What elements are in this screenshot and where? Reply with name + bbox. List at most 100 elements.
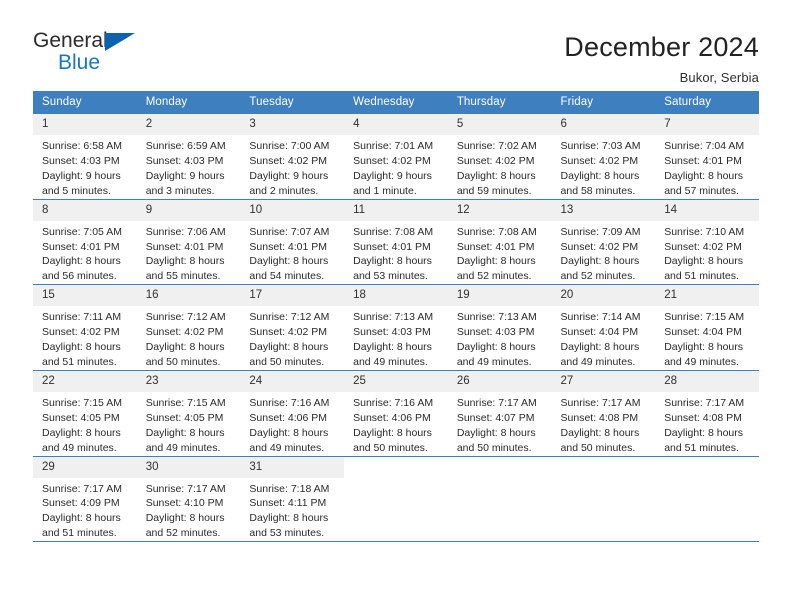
- calendar-day-cell[interactable]: 8 Sunrise: 7:05 AM Sunset: 4:01 PM Daylight…: [33, 198, 137, 285]
- day-number: 2: [136, 114, 241, 135]
- daylight-text-line2: and 49 minutes.: [249, 441, 325, 454]
- day-number: [344, 456, 448, 478]
- calendar-day-cell[interactable]: 19 Sunrise: 7:13 AM Sunset: 4:03 PM Dayligh…: [447, 284, 552, 371]
- brand-triangle-icon: [105, 33, 135, 51]
- daylight-text-line1: Daylight: 8 hours: [456, 255, 536, 268]
- brand-logo[interactable]: General Blue: [33, 30, 143, 76]
- calendar-day-cell[interactable]: 12 Sunrise: 7:08 AM Sunset: 4:01 PM Dayligh…: [447, 198, 552, 285]
- daylight-text-line1: Daylight: 8 hours: [664, 426, 744, 439]
- calendar-day-cell[interactable]: 15 Sunrise: 7:11 AM Sunset: 4:02 PM Dayligh…: [33, 284, 137, 371]
- calendar-day-cell[interactable]: 3 Sunrise: 7:00 AM Sunset: 4:02 PM Daylight…: [240, 113, 345, 200]
- day-details: Sunrise: 7:15 AM Sunset: 4:05 PM Daylight:…: [137, 392, 241, 456]
- day-details: Sunrise: 7:17 AM Sunset: 4:08 PM Daylight:…: [552, 392, 656, 456]
- daylight-text-line1: Daylight: 8 hours: [145, 255, 225, 268]
- weekday-header-friday: Friday: [551, 91, 656, 114]
- sunrise-text: Sunrise: 7:12 AM: [249, 311, 330, 324]
- day-number: 5: [447, 114, 552, 135]
- calendar-day-cell[interactable]: 20 Sunrise: 7:14 AM Sunset: 4:04 PM Dayligh…: [551, 284, 656, 371]
- calendar-day-cell[interactable]: 10 Sunrise: 7:07 AM Sunset: 4:01 PM Dayligh…: [240, 198, 345, 285]
- calendar-day-cell[interactable]: 23 Sunrise: 7:15 AM Sunset: 4:05 PM Dayligh…: [136, 369, 241, 456]
- calendar-day-cell[interactable]: 25 Sunrise: 7:16 AM Sunset: 4:06 PM Dayligh…: [344, 369, 448, 456]
- day-details: Sunrise: 7:01 AM Sunset: 4:02 PM Daylight:…: [344, 135, 448, 199]
- daylight-text-line2: and 53 minutes.: [353, 270, 428, 283]
- sunrise-text: Sunrise: 7:14 AM: [560, 311, 641, 324]
- title-block: December 2024 Bukor, Serbia: [564, 30, 759, 85]
- calendar-day-cell[interactable]: 31 Sunrise: 7:18 AM Sunset: 4:11 PM Dayligh…: [240, 455, 345, 542]
- calendar-week-row: 1 Sunrise: 6:58 AM Sunset: 4:03 PM Daylight…: [33, 113, 759, 200]
- calendar-day-cell-empty: [447, 455, 552, 542]
- day-details: Sunrise: 7:11 AM Sunset: 4:02 PM Daylight:…: [33, 306, 137, 370]
- calendar-day-cell[interactable]: 30 Sunrise: 7:17 AM Sunset: 4:10 PM Dayligh…: [136, 455, 241, 542]
- sunrise-text: Sunrise: 7:07 AM: [249, 225, 330, 238]
- sunrise-text: Sunrise: 7:13 AM: [353, 311, 434, 324]
- calendar-day-cell[interactable]: 14 Sunrise: 7:10 AM Sunset: 4:02 PM Dayligh…: [655, 198, 759, 285]
- day-number: 14: [655, 199, 759, 221]
- sunset-text: Sunset: 4:03 PM: [456, 326, 535, 339]
- day-details: Sunrise: 7:17 AM Sunset: 4:08 PM Daylight:…: [655, 392, 759, 456]
- daylight-text-line2: and 51 minutes.: [664, 270, 739, 283]
- daylight-text-line1: Daylight: 8 hours: [42, 255, 121, 268]
- daylight-text-line1: Daylight: 8 hours: [353, 426, 432, 439]
- calendar-week-row: 8 Sunrise: 7:05 AM Sunset: 4:01 PM Daylight…: [33, 198, 759, 285]
- sunrise-text: Sunrise: 7:08 AM: [353, 225, 434, 238]
- sunset-text: Sunset: 4:05 PM: [145, 411, 224, 424]
- calendar-day-cell[interactable]: 26 Sunrise: 7:17 AM Sunset: 4:07 PM Dayligh…: [447, 369, 552, 456]
- calendar-body: 1 Sunrise: 6:58 AM Sunset: 4:03 PM Daylight…: [33, 113, 759, 542]
- calendar-day-cell[interactable]: 4 Sunrise: 7:01 AM Sunset: 4:02 PM Daylight…: [344, 113, 448, 200]
- daylight-text-line1: Daylight: 8 hours: [664, 169, 744, 182]
- calendar-day-cell[interactable]: 16 Sunrise: 7:12 AM Sunset: 4:02 PM Dayligh…: [136, 284, 241, 371]
- sunrise-text: Sunrise: 7:17 AM: [42, 482, 122, 495]
- brand-name-blue: Blue: [58, 51, 101, 74]
- sunset-text: Sunset: 4:03 PM: [353, 326, 431, 339]
- calendar-day-cell[interactable]: 24 Sunrise: 7:16 AM Sunset: 4:06 PM Dayligh…: [240, 369, 345, 456]
- sunset-text: Sunset: 4:04 PM: [664, 326, 742, 339]
- sunset-text: Sunset: 4:01 PM: [145, 240, 224, 253]
- calendar-day-cell[interactable]: 9 Sunrise: 7:06 AM Sunset: 4:01 PM Daylight…: [136, 198, 241, 285]
- day-number: [551, 456, 656, 478]
- calendar-day-cell[interactable]: 7 Sunrise: 7:04 AM Sunset: 4:01 PM Daylight…: [655, 113, 759, 200]
- calendar-day-cell[interactable]: 18 Sunrise: 7:13 AM Sunset: 4:03 PM Dayligh…: [344, 284, 448, 371]
- calendar-day-cell[interactable]: 27 Sunrise: 7:17 AM Sunset: 4:08 PM Dayligh…: [551, 369, 656, 456]
- sunrise-text: Sunrise: 7:11 AM: [42, 311, 122, 324]
- sunrise-text: Sunrise: 7:15 AM: [664, 311, 745, 324]
- calendar-day-cell[interactable]: 28 Sunrise: 7:17 AM Sunset: 4:08 PM Dayligh…: [655, 369, 759, 456]
- day-number: 24: [240, 370, 345, 392]
- calendar-day-cell[interactable]: 1 Sunrise: 6:58 AM Sunset: 4:03 PM Daylight…: [33, 113, 137, 200]
- sunrise-text: Sunrise: 7:15 AM: [145, 396, 226, 409]
- calendar-day-cell[interactable]: 13 Sunrise: 7:09 AM Sunset: 4:02 PM Dayligh…: [551, 198, 656, 285]
- daylight-text-line1: Daylight: 8 hours: [249, 512, 329, 525]
- calendar-day-cell[interactable]: 6 Sunrise: 7:03 AM Sunset: 4:02 PM Daylight…: [551, 113, 656, 200]
- calendar-day-cell[interactable]: 11 Sunrise: 7:08 AM Sunset: 4:01 PM Dayligh…: [344, 198, 448, 285]
- daylight-text-line2: and 5 minutes.: [42, 184, 111, 197]
- daylight-text-line2: and 49 minutes.: [145, 441, 221, 454]
- daylight-text-line2: and 53 minutes.: [249, 527, 325, 540]
- calendar-day-cell[interactable]: 29 Sunrise: 7:17 AM Sunset: 4:09 PM Dayligh…: [33, 455, 137, 542]
- calendar-day-cell[interactable]: 2 Sunrise: 6:59 AM Sunset: 4:03 PM Daylight…: [136, 113, 241, 200]
- day-number: 30: [136, 456, 241, 478]
- day-details: Sunrise: 6:58 AM Sunset: 4:03 PM Daylight:…: [33, 135, 137, 199]
- sunset-text: Sunset: 4:01 PM: [249, 240, 328, 253]
- calendar-day-cell[interactable]: 17 Sunrise: 7:12 AM Sunset: 4:02 PM Dayligh…: [240, 284, 345, 371]
- sunset-text: Sunset: 4:02 PM: [249, 154, 328, 167]
- day-details: Sunrise: 7:15 AM Sunset: 4:05 PM Daylight:…: [33, 392, 137, 456]
- daylight-text-line2: and 51 minutes.: [664, 441, 739, 454]
- daylight-text-line2: and 58 minutes.: [560, 184, 636, 197]
- sunset-text: Sunset: 4:01 PM: [664, 154, 742, 167]
- day-details: Sunrise: 7:04 AM Sunset: 4:01 PM Daylight:…: [655, 135, 759, 199]
- sunset-text: Sunset: 4:01 PM: [456, 240, 535, 253]
- daylight-text-line2: and 55 minutes.: [145, 270, 221, 283]
- sunrise-text: Sunrise: 7:04 AM: [664, 140, 745, 152]
- calendar-day-cell[interactable]: 22 Sunrise: 7:15 AM Sunset: 4:05 PM Dayligh…: [33, 369, 137, 456]
- daylight-text-line1: Daylight: 8 hours: [353, 255, 432, 268]
- calendar-day-cell[interactable]: 5 Sunrise: 7:02 AM Sunset: 4:02 PM Daylight…: [447, 113, 552, 200]
- sunset-text: Sunset: 4:02 PM: [560, 240, 639, 253]
- day-number: 7: [655, 114, 759, 135]
- day-number: 31: [240, 456, 345, 478]
- calendar-day-cell[interactable]: 21 Sunrise: 7:15 AM Sunset: 4:04 PM Dayligh…: [655, 284, 759, 371]
- weekday-header-saturday: Saturday: [655, 91, 759, 114]
- daylight-text-line2: and 59 minutes.: [456, 184, 532, 197]
- day-details: Sunrise: 7:14 AM Sunset: 4:04 PM Daylight:…: [552, 306, 656, 370]
- day-details: Sunrise: 7:16 AM Sunset: 4:06 PM Daylight:…: [240, 392, 344, 456]
- sunset-text: Sunset: 4:11 PM: [249, 497, 327, 510]
- day-number: 25: [344, 370, 448, 392]
